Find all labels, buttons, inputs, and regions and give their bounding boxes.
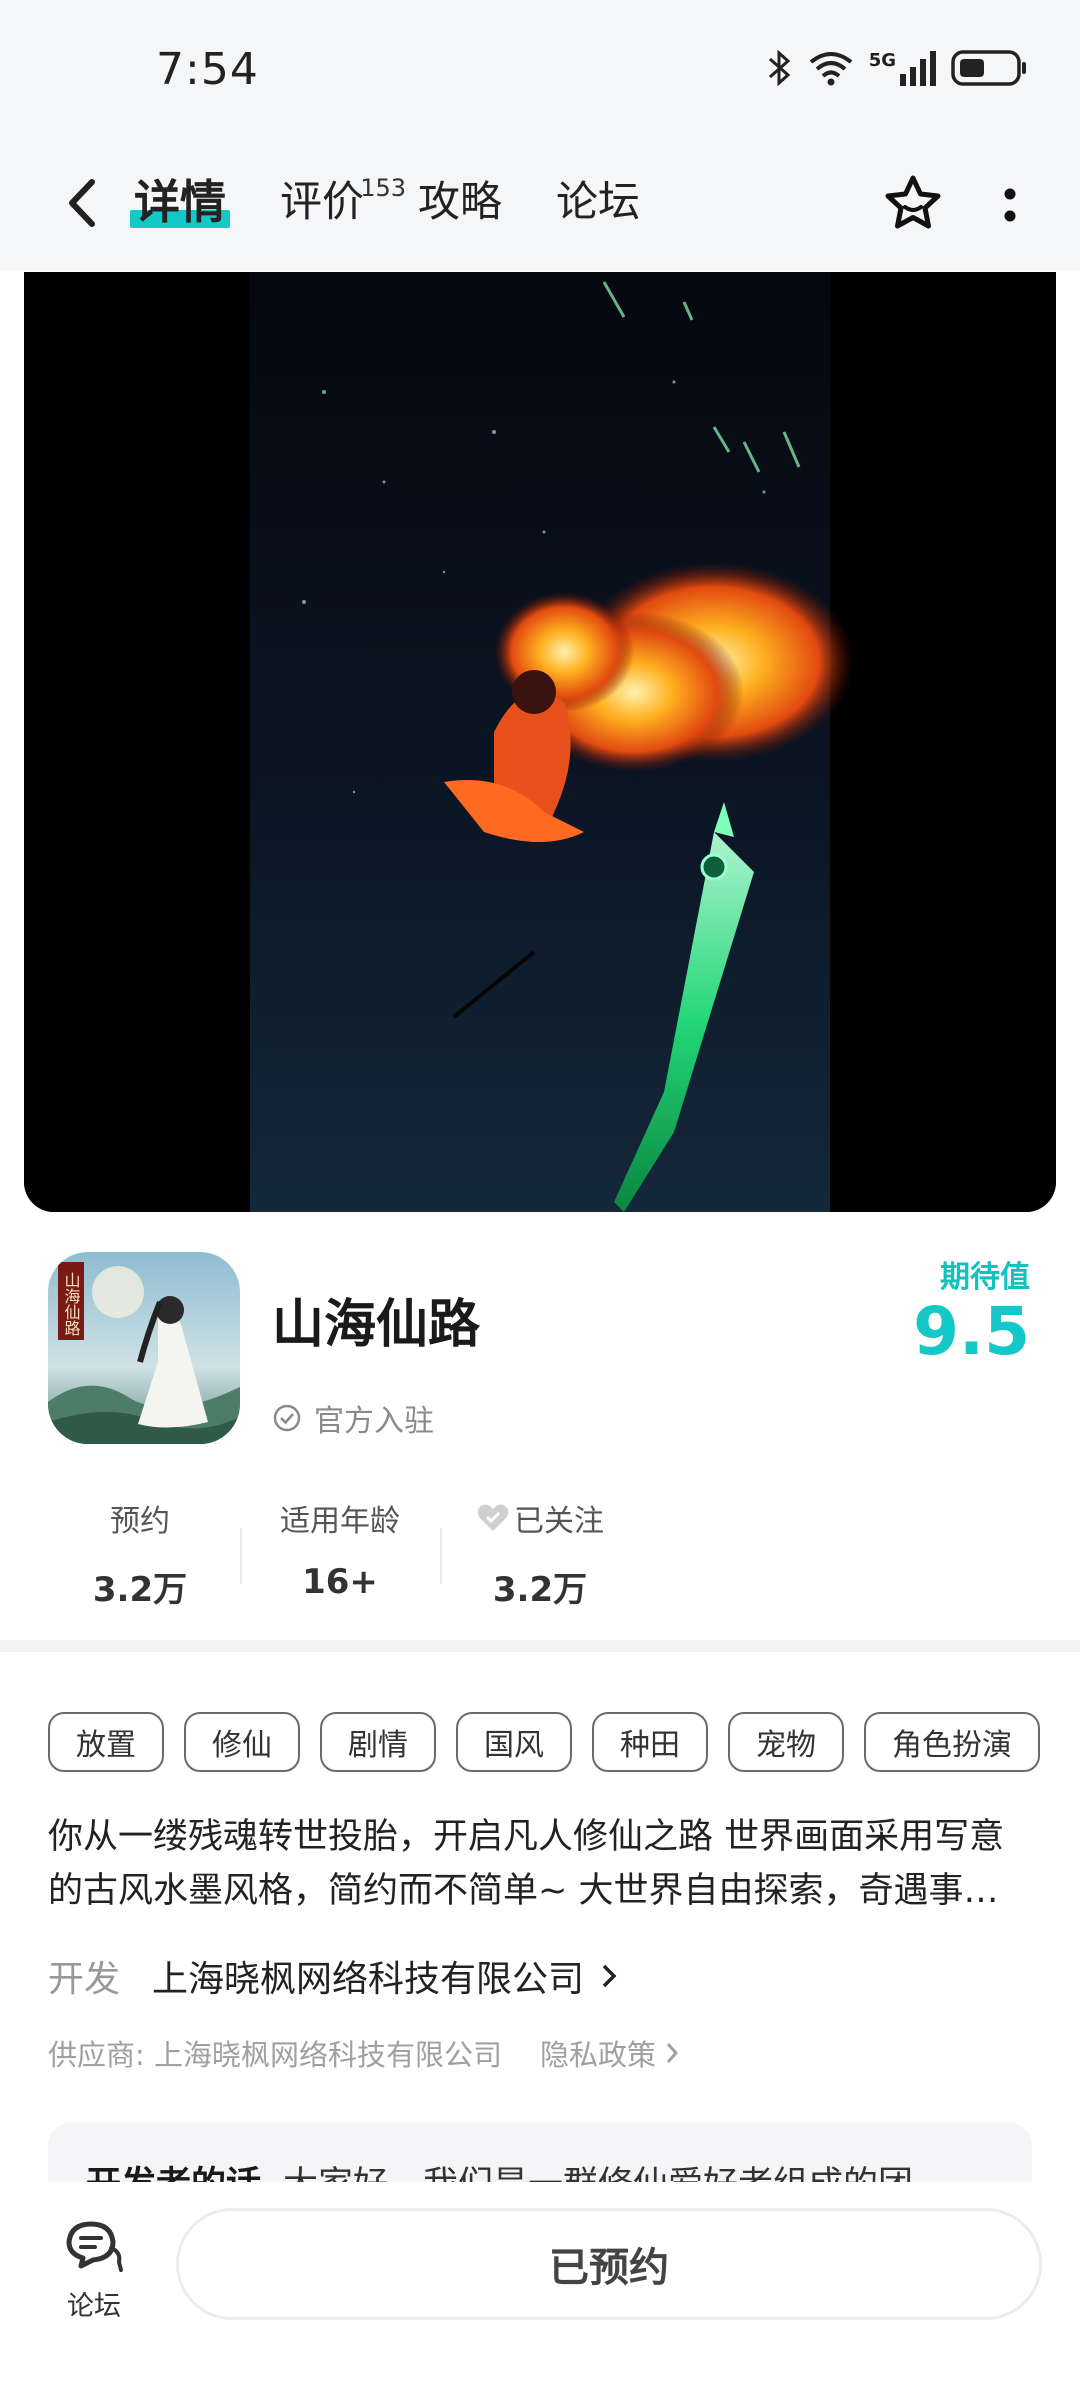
- description-line: 你从一缕残魂转世投胎，开启凡人修仙之路 世界画面采用写意: [48, 1817, 1005, 1857]
- stat-label: 适用年龄: [280, 1504, 400, 1539]
- forum-chat-icon: [66, 2221, 123, 2272]
- battery-icon: [951, 50, 1026, 86]
- tag-item[interactable]: 修仙: [184, 1712, 300, 1772]
- developer-words-card[interactable]: 开发者的话 大家好，我们是一群修仙爱好者组成的团: [48, 2122, 1032, 2182]
- more-vertical-icon: [1004, 188, 1016, 222]
- tab-details[interactable]: 详情: [130, 170, 230, 234]
- stat-label: 预约: [110, 1504, 170, 1539]
- developer-words-title: 开发者的话: [86, 2165, 261, 2182]
- expectation-label: 期待值: [940, 1260, 1030, 1295]
- tab-label: 评价: [280, 177, 365, 226]
- bottom-action-bar: 论坛 已预约: [0, 2182, 1080, 2400]
- favorite-button[interactable]: [876, 168, 950, 242]
- tag-item[interactable]: 国风: [456, 1712, 572, 1772]
- tag-item[interactable]: 剧情: [320, 1712, 436, 1772]
- tag-item[interactable]: 角色扮演: [864, 1712, 1040, 1772]
- stat-label: 已关注: [514, 1504, 604, 1539]
- game-video-player[interactable]: [24, 272, 1056, 1212]
- tab-label: 详情: [134, 175, 226, 229]
- tab-guides[interactable]: 攻略: [418, 170, 502, 234]
- developer-words-text: 开发者的话 大家好，我们是一群修仙爱好者组成的团: [86, 2156, 913, 2182]
- reserved-button[interactable]: 已预约: [176, 2208, 1042, 2320]
- back-arrow-icon: [69, 179, 95, 227]
- privacy-policy-link[interactable]: 隐私政策: [540, 2032, 682, 2074]
- video-frame-image: [24, 272, 1056, 1212]
- developer-name: 上海晓枫网络科技有限公司: [152, 1959, 585, 2000]
- status-icons: 5G: [767, 48, 1030, 88]
- tab-label: 论坛: [556, 177, 641, 226]
- check-circle-icon: [273, 1404, 301, 1432]
- app-icon-logo-text: 山海仙路: [62, 1272, 81, 1336]
- app-stats: 预约 3.2万 适用年龄 16+ 已关注 3.2万: [40, 1496, 640, 1616]
- more-options-button[interactable]: [980, 168, 1040, 242]
- forum-button[interactable]: 论坛: [54, 2218, 134, 2323]
- stat-value: 16+: [302, 1562, 378, 1602]
- expectation-score: 期待值 9.5: [913, 1252, 1030, 1368]
- tag-item[interactable]: 放置: [48, 1712, 164, 1772]
- expectation-value: 9.5: [913, 1293, 1030, 1370]
- wifi-icon: [809, 52, 852, 86]
- star-icon: [885, 175, 941, 229]
- developer-label: 开发: [48, 1959, 121, 2000]
- official-verified: 官方入驻: [272, 1396, 434, 1440]
- tag-item[interactable]: 种田: [592, 1712, 708, 1772]
- signal-icon: 5G: [869, 50, 936, 86]
- official-label: 官方入驻: [314, 1404, 434, 1439]
- heart-check-icon: [477, 1504, 509, 1531]
- stat-age-rating[interactable]: 适用年龄 16+: [240, 1496, 440, 1616]
- chevron-right-icon: [602, 1964, 617, 1988]
- app-icon-image: 山海仙路: [48, 1252, 240, 1444]
- chevron-right-icon: [666, 2043, 679, 2063]
- developer-row[interactable]: 开发 上海晓枫网络科技有限公司: [48, 1950, 624, 2002]
- tab-forum[interactable]: 论坛: [556, 170, 640, 234]
- stat-followers[interactable]: 已关注 3.2万: [440, 1496, 640, 1616]
- back-button[interactable]: [52, 168, 112, 238]
- status-time: 7:54: [156, 44, 259, 95]
- stat-value: 3.2万: [492, 1570, 588, 1610]
- privacy-label: 隐私政策: [540, 2038, 657, 2072]
- forum-label: 论坛: [67, 2291, 121, 2322]
- review-count-badge: 153: [360, 174, 407, 202]
- game-description[interactable]: 你从一缕残魂转世投胎，开启凡人修仙之路 世界画面采用写意 的古风水墨风格，简约而…: [48, 1810, 1038, 1918]
- section-divider: [0, 1640, 1080, 1652]
- network-type: 5G: [868, 50, 896, 71]
- tab-label: 攻略: [418, 177, 503, 226]
- tag-item[interactable]: 宠物: [728, 1712, 844, 1772]
- supplier-row: 供应商: 上海晓枫网络科技有限公司 隐私政策: [48, 2032, 682, 2074]
- stat-value: 3.2万: [92, 1570, 188, 1610]
- stat-reservations: 预约 3.2万: [40, 1496, 240, 1616]
- bluetooth-icon: [768, 49, 790, 87]
- app-title: 山海仙路: [272, 1295, 481, 1355]
- tag-list: 放置 修仙 剧情 国风 种田 宠物 角色扮演: [48, 1712, 1040, 1772]
- tab-bar: 详情 评价 153 攻略 论坛: [130, 170, 694, 234]
- app-icon[interactable]: 山海仙路: [48, 1252, 240, 1444]
- status-bar: 7:54 5G: [0, 0, 1080, 140]
- description-line: 的古风水墨风格，简约而不简单~ 大世界自由探索，奇遇事…: [48, 1871, 999, 1911]
- supplier-text: 供应商: 上海晓枫网络科技有限公司: [48, 2038, 502, 2072]
- top-nav: 详情 评价 153 攻略 论坛: [0, 140, 1080, 270]
- developer-words-body: 大家好，我们是一群修仙爱好者组成的团: [283, 2165, 913, 2182]
- tab-reviews[interactable]: 评价 153: [280, 170, 406, 234]
